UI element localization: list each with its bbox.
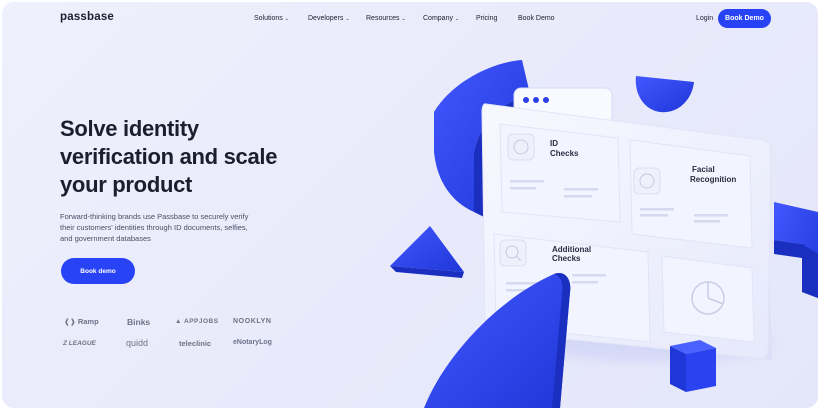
chevron-down-icon: ⌄: [345, 15, 350, 22]
nav-book-demo-label: Book Demo: [518, 15, 555, 22]
card-additional-checks-label-1: Additional: [552, 245, 591, 254]
blue-triangle-shape: [390, 226, 464, 272]
card-id-checks-label-1: ID: [550, 139, 558, 148]
nav-company[interactable]: Company ⌄: [423, 15, 459, 22]
page-frame: passbase Solutions ⌄ Developers ⌄ Resour…: [2, 2, 818, 408]
nav-developers[interactable]: Developers ⌄: [308, 15, 350, 22]
hero-title: Solve identity verification and scale yo…: [60, 116, 278, 197]
card-facial-recognition-label-2: Recognition: [690, 175, 736, 184]
client-logo-ramp: ❰❱ Ramp: [64, 317, 99, 326]
chevron-down-icon: ⌄: [401, 15, 406, 22]
nav-solutions-label: Solutions: [254, 15, 283, 22]
blue-half-disc-shape: [635, 76, 694, 113]
chevron-down-icon: ⌄: [284, 15, 289, 22]
hero-illustration: ID Checks Facial Recognition Additional …: [390, 60, 818, 408]
window-dot-icon: [523, 97, 529, 103]
passbase-logo[interactable]: passbase: [60, 11, 114, 23]
client-logo-appjobs: ▲ APPJOBS: [175, 318, 219, 325]
window-dot-icon: [543, 97, 549, 103]
nav-resources-label: Resources: [366, 15, 400, 22]
nav-company-label: Company: [423, 15, 453, 22]
window-dot-icon: [533, 97, 539, 103]
client-logo-ramp-label: Ramp: [77, 317, 99, 326]
chevron-down-icon: ⌄: [454, 15, 460, 22]
card-id-checks-label-2: Checks: [550, 149, 579, 158]
nav-developers-label: Developers: [308, 15, 344, 22]
client-logo-nooklyn: NOOKLYN: [233, 318, 272, 325]
nav-resources[interactable]: Resources ⌄: [366, 15, 406, 22]
client-logo-enotarylog: eNotaryLog: [233, 339, 272, 346]
client-logo-appjobs-label: APPJOBS: [184, 318, 219, 325]
appjobs-icon: ▲: [175, 318, 182, 325]
client-logo-quidd: quidd: [126, 338, 149, 348]
login-link[interactable]: Login: [696, 15, 713, 22]
card-additional-checks-label-2: Checks: [552, 254, 581, 263]
card-facial-recognition: Facial Recognition: [629, 139, 753, 249]
hero-subtitle: Forward-thinking brands use Passbase to …: [60, 212, 249, 243]
client-logo-teleclinic: teleclinic: [179, 339, 212, 348]
card-chart: [661, 255, 755, 343]
top-nav: passbase Solutions ⌄ Developers ⌄ Resour…: [2, 2, 818, 36]
ramp-icon: ❰❱: [64, 319, 76, 326]
client-logo-binks: Binks: [127, 317, 151, 327]
card-facial-recognition-label-1: Facial: [692, 165, 715, 174]
nav-pricing-label: Pricing: [476, 15, 498, 22]
card-id-checks: ID Checks: [499, 123, 621, 223]
nav-book-demo[interactable]: Book Demo: [518, 15, 555, 22]
blue-cube-shape: [670, 340, 716, 392]
hero-book-demo-button[interactable]: Book demo: [61, 258, 135, 284]
nav-solutions[interactable]: Solutions ⌄: [254, 15, 289, 22]
book-demo-button[interactable]: Book Demo: [718, 9, 771, 28]
nav-pricing[interactable]: Pricing: [476, 15, 497, 22]
client-logo-zleague: Z LEAGUE: [63, 340, 96, 347]
